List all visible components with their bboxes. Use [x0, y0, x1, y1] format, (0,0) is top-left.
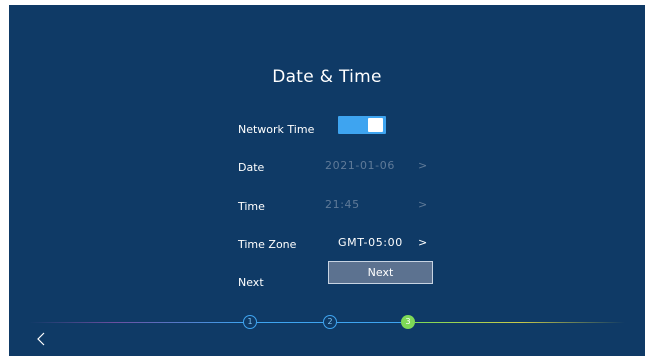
setup-screen: Date & Time Network Time Date 2021-01-06… [9, 5, 645, 356]
step-1-indicator: 1 [243, 315, 257, 329]
next-button[interactable]: Next [328, 261, 433, 284]
chevron-left-icon[interactable] [35, 331, 49, 347]
step-2-indicator: 2 [323, 315, 337, 329]
next-label: Next [238, 276, 264, 289]
step-3-indicator: 3 [401, 315, 415, 329]
time-zone-chevron[interactable]: > [418, 236, 428, 249]
date-chevron[interactable]: > [418, 159, 428, 172]
time-value[interactable]: 21:45 [325, 198, 360, 211]
network-time-label: Network Time [238, 123, 315, 136]
page-title: Date & Time [272, 67, 382, 87]
time-zone-value[interactable]: GMT-05:00 [338, 236, 403, 249]
time-zone-label: Time Zone [238, 238, 297, 251]
network-time-toggle[interactable] [338, 116, 386, 134]
toggle-knob [368, 118, 383, 132]
time-chevron[interactable]: > [418, 198, 428, 211]
step-line-right [415, 322, 625, 323]
date-value[interactable]: 2021-01-06 [325, 159, 395, 172]
step-line-1-2 [257, 322, 323, 323]
time-label: Time [238, 200, 265, 213]
step-line-2-3 [337, 322, 401, 323]
date-label: Date [238, 161, 265, 174]
step-line-left [29, 322, 244, 323]
